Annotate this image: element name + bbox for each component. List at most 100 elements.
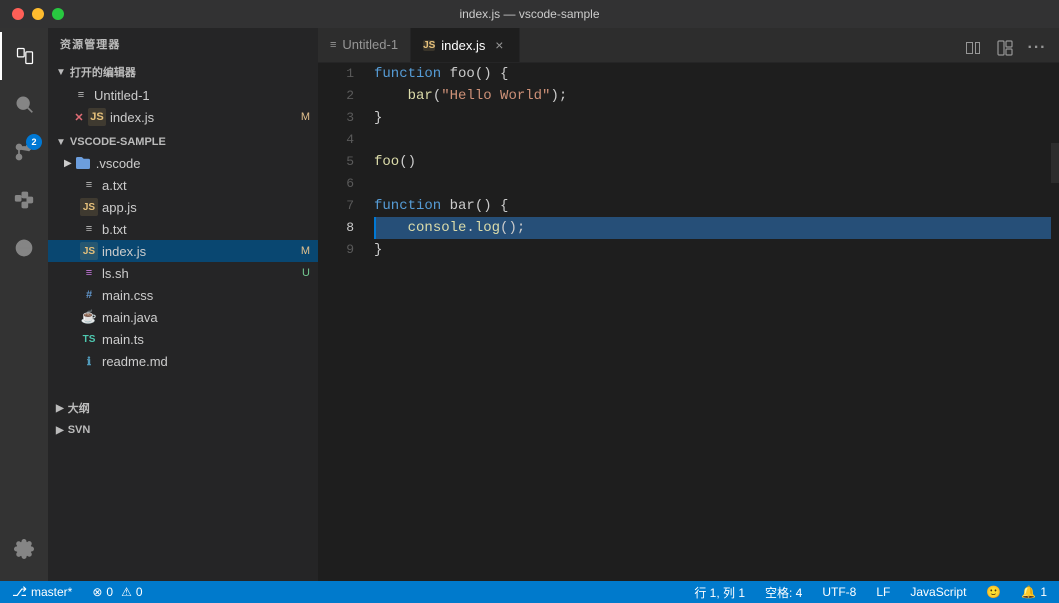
section-svn[interactable]: ▶ SVN (48, 420, 318, 440)
section-outline[interactable]: ▶ 大纲 (48, 396, 318, 420)
lssh-badge: U (302, 267, 310, 279)
status-line-ending[interactable]: LF (872, 585, 894, 599)
mainjava-name: main.java (102, 310, 318, 325)
vscode-folder-name: .vscode (96, 156, 318, 171)
code-editor[interactable]: 1 2 3 4 5 6 7 8 9 function foo() { bar("… (318, 63, 1059, 581)
line-num-2: 2 (318, 85, 354, 107)
tree-readmemd[interactable]: ℹ readme.md (48, 350, 318, 372)
open-editor-untitled[interactable]: ≡ Untitled-1 (48, 84, 318, 106)
maints-name: main.ts (102, 332, 318, 347)
layout-button[interactable] (991, 34, 1019, 62)
line-numbers: 1 2 3 4 5 6 7 8 9 (318, 63, 366, 581)
lssh-name: ls.sh (102, 266, 302, 281)
code-line-9: } (374, 239, 1051, 261)
activity-remote[interactable] (0, 224, 48, 272)
spaces-text: 空格: 4 (765, 584, 802, 601)
tab-txt-icon: ≡ (330, 39, 336, 51)
java-icon: ☕ (80, 308, 98, 326)
section-vscode-sample[interactable]: ▼ VSCODE-SAMPLE (48, 132, 318, 152)
code-line-4 (374, 129, 1051, 151)
js-icon-index: JS (80, 242, 98, 260)
close-icon-open: ✕ (72, 111, 86, 124)
tab-untitled[interactable]: ≡ Untitled-1 (318, 28, 411, 62)
source-control-badge: 2 (26, 134, 42, 150)
error-count: 0 (106, 585, 113, 599)
status-errors[interactable]: ⊗ 0 ⚠ 0 (88, 585, 146, 599)
status-notifications[interactable]: 🔔 1 (1017, 585, 1051, 599)
tab-bar: ≡ Untitled-1 JS index.js × (318, 28, 1059, 63)
notification-count: 1 (1040, 585, 1047, 599)
ellipsis-icon: ··· (1028, 39, 1047, 57)
tree-atxt[interactable]: ≡ a.txt (48, 174, 318, 196)
svn-arrow: ▶ (56, 425, 64, 436)
status-encoding[interactable]: UTF-8 (818, 585, 860, 599)
tab-indexjs-label: index.js (441, 38, 485, 53)
tab-js-icon: JS (423, 40, 435, 51)
activity-extensions[interactable] (0, 176, 48, 224)
md-icon: ℹ (80, 352, 98, 370)
tab-close-button[interactable]: × (491, 37, 507, 53)
maximize-button[interactable] (52, 8, 64, 20)
tab-indexjs[interactable]: JS index.js × (411, 28, 520, 62)
open-editor-untitled-name: Untitled-1 (94, 88, 318, 103)
code-line-7: function bar() { (374, 195, 1051, 217)
split-editor-button[interactable] (959, 34, 987, 62)
main-layout: 2 (0, 28, 1059, 581)
line-num-5: 5 (318, 151, 354, 173)
tree-vscode-folder[interactable]: ▶ .vscode (48, 152, 318, 174)
tree-mainjava[interactable]: ☕ main.java (48, 306, 318, 328)
txt-icon: ≡ (72, 86, 90, 104)
outline-arrow: ▶ (56, 403, 64, 414)
warning-icon: ⚠ (121, 585, 132, 599)
activity-bar-bottom (0, 525, 48, 581)
close-button[interactable] (12, 8, 24, 20)
open-editor-indexjs-name: index.js (110, 110, 301, 125)
minimize-button[interactable] (32, 8, 44, 20)
activity-settings[interactable] (0, 525, 48, 573)
activity-source-control[interactable]: 2 (0, 128, 48, 176)
status-bar: ⎇ master* ⊗ 0 ⚠ 0 行 1, 列 1 空格: 4 UTF-8 L… (0, 581, 1059, 603)
open-editor-indexjs[interactable]: ✕ JS index.js M (48, 106, 318, 128)
status-branch[interactable]: ⎇ master* (8, 584, 76, 600)
activity-bar: 2 (0, 28, 48, 581)
txt-icon-b: ≡ (80, 220, 98, 238)
line-num-3: 3 (318, 107, 354, 129)
code-line-3: } (374, 107, 1051, 129)
vscode-sample-arrow: ▼ (56, 137, 66, 148)
tree-indexjs[interactable]: JS index.js M (48, 240, 318, 262)
status-language[interactable]: JavaScript (906, 585, 970, 599)
atxt-name: a.txt (102, 178, 318, 193)
activity-explorer[interactable] (0, 32, 48, 80)
status-position[interactable]: 行 1, 列 1 (690, 584, 749, 601)
section-open-editors[interactable]: ▼ 打开的编辑器 (48, 60, 318, 84)
title-bar: index.js — vscode-sample (0, 0, 1059, 28)
js-icon-open: JS (88, 108, 106, 126)
error-icon: ⊗ (92, 585, 102, 599)
status-spaces[interactable]: 空格: 4 (761, 584, 806, 601)
indexjs-badge-open: M (301, 111, 310, 123)
activity-search[interactable] (0, 80, 48, 128)
tree-btxt[interactable]: ≡ b.txt (48, 218, 318, 240)
ts-icon: TS (80, 330, 98, 348)
tab-actions: ··· (951, 34, 1059, 62)
branch-icon: ⎇ (12, 584, 27, 600)
maincss-name: main.css (102, 288, 318, 303)
vscode-folder-icon (74, 154, 92, 172)
status-smiley[interactable]: 🙂 (982, 585, 1005, 599)
code-content[interactable]: function foo() { bar("Hello World"); } f… (366, 63, 1051, 581)
readmemd-name: readme.md (102, 354, 318, 369)
tree-maints[interactable]: TS main.ts (48, 328, 318, 350)
svn-label: SVN (68, 424, 91, 436)
code-line-1: function foo() { (374, 63, 1051, 85)
tree-lssh[interactable]: ≡ ls.sh U (48, 262, 318, 284)
status-bar-right: 行 1, 列 1 空格: 4 UTF-8 LF JavaScript 🙂 🔔 1 (690, 584, 1059, 601)
more-actions-button[interactable]: ··· (1023, 34, 1051, 62)
appjs-name: app.js (102, 200, 318, 215)
window-controls (12, 8, 64, 20)
btxt-name: b.txt (102, 222, 318, 237)
open-editors-label: 打开的编辑器 (70, 64, 136, 80)
line-ending-text: LF (876, 585, 890, 599)
tree-maincss[interactable]: # main.css (48, 284, 318, 306)
tree-appjs[interactable]: JS app.js (48, 196, 318, 218)
title-text: index.js — vscode-sample (459, 7, 599, 21)
